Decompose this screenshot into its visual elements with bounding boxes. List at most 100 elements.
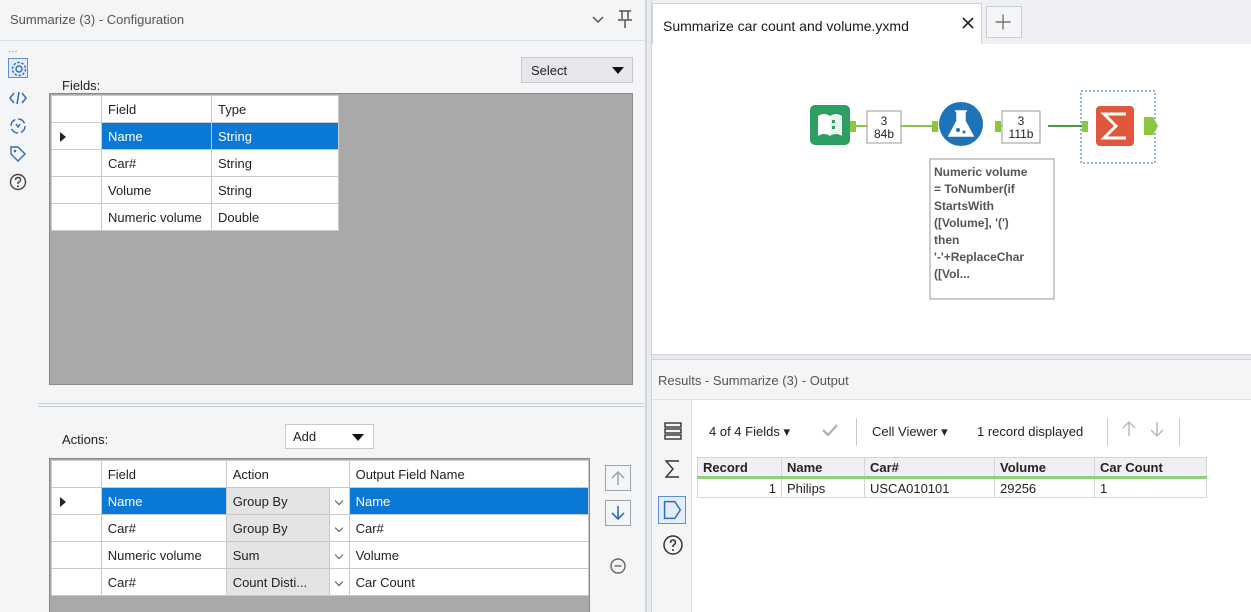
config-title: Summarize (3) - Configuration xyxy=(10,12,185,27)
actions-row[interactable]: Car# Count Disti... Car Count xyxy=(51,568,590,596)
remove-action-button[interactable] xyxy=(605,553,631,579)
check-icon[interactable] xyxy=(820,420,840,443)
output-anchor-icon[interactable] xyxy=(658,496,686,524)
action-select[interactable]: Count Disti... xyxy=(225,568,350,596)
help-icon[interactable] xyxy=(662,534,684,556)
cell-viewer-dropdown[interactable]: Cell Viewer ▾ xyxy=(872,424,948,440)
data-grid-icon[interactable] xyxy=(662,420,684,442)
chevron-down-icon[interactable] xyxy=(590,11,606,27)
code-icon[interactable] xyxy=(8,88,28,108)
workflow-tab[interactable]: Summarize car count and volume.yxmd xyxy=(652,3,982,44)
row-selector[interactable] xyxy=(51,514,102,542)
summarize-tool[interactable] xyxy=(1096,106,1134,146)
action-select[interactable]: Sum xyxy=(225,541,350,569)
move-up-button[interactable] xyxy=(605,465,631,491)
formula-tool[interactable] xyxy=(939,102,983,146)
chevron-down-icon[interactable] xyxy=(328,569,349,595)
row-selector[interactable] xyxy=(51,541,102,569)
connection-label: 3 111b xyxy=(1001,110,1041,144)
sidebar-grip[interactable]: … xyxy=(8,44,19,55)
column-header-output-field-name: Output Field Name xyxy=(348,460,590,488)
row-selector[interactable] xyxy=(51,568,102,596)
output-field-cell[interactable]: Name xyxy=(348,487,590,515)
chevron-down-icon[interactable] xyxy=(328,488,349,514)
field-name-cell[interactable]: Volume xyxy=(101,176,212,204)
actions-row[interactable]: Car# Group By Car# xyxy=(51,514,590,542)
field-name-cell[interactable]: Car# xyxy=(101,149,212,177)
toolbar-divider xyxy=(856,418,857,446)
panel-splitter[interactable] xyxy=(38,403,644,407)
field-type-cell[interactable]: String xyxy=(211,176,339,204)
tag-icon[interactable] xyxy=(8,144,28,164)
fields-table: Field Type Name String Car# String Volum… xyxy=(51,95,339,231)
select-dropdown[interactable]: Select xyxy=(521,57,633,83)
action-field-cell[interactable]: Car# xyxy=(100,568,227,596)
connection-record-count: 3 xyxy=(1018,114,1025,128)
row-selector[interactable] xyxy=(51,149,102,177)
car-number-cell[interactable]: USCA010101 xyxy=(864,477,995,498)
action-field-cell[interactable]: Numeric volume xyxy=(100,541,227,569)
add-dropdown[interactable]: Add xyxy=(285,424,374,449)
fields-row[interactable]: Volume String xyxy=(51,176,339,204)
close-icon[interactable] xyxy=(961,16,975,30)
column-header-volume[interactable]: Volume xyxy=(994,457,1095,479)
fields-row[interactable]: Numeric volume Double xyxy=(51,203,339,231)
workflow-canvas[interactable]: 3 84b 3 111b Numeric volume = ToNumber(i… xyxy=(652,44,1251,354)
actions-row[interactable]: Numeric volume Sum Volume xyxy=(51,541,590,569)
caret-down-icon xyxy=(612,67,624,74)
column-header-record[interactable]: Record xyxy=(697,457,782,479)
action-select[interactable]: Group By xyxy=(225,514,350,542)
column-header-name[interactable]: Name xyxy=(781,457,865,479)
fields-row[interactable]: Car# String xyxy=(51,149,339,177)
help-icon[interactable] xyxy=(8,172,28,192)
fields-row[interactable]: Name String xyxy=(51,122,339,150)
field-name-cell[interactable]: Name xyxy=(101,122,212,150)
results-panel: Results - Summarize (3) - Output 4 of 4 … xyxy=(652,360,1251,612)
output-anchor[interactable] xyxy=(1144,117,1158,135)
row-selector[interactable] xyxy=(51,176,102,204)
field-type-cell[interactable]: String xyxy=(211,149,339,177)
input-data-tool[interactable] xyxy=(810,105,850,145)
chevron-down-icon[interactable] xyxy=(328,515,349,541)
fields-count-dropdown[interactable]: 4 of 4 Fields ▾ xyxy=(709,424,790,440)
input-anchor[interactable] xyxy=(932,121,938,132)
output-anchor[interactable] xyxy=(995,121,1001,132)
action-field-cell[interactable]: Name xyxy=(100,487,227,515)
row-selector[interactable] xyxy=(51,122,102,150)
field-type-cell[interactable]: String xyxy=(211,122,339,150)
move-down-button[interactable] xyxy=(605,500,631,526)
actions-grid: Field Action Output Field Name Name Grou… xyxy=(49,458,590,612)
action-field-cell[interactable]: Car# xyxy=(100,514,227,542)
select-label: Select xyxy=(531,63,568,78)
column-header-car-number[interactable]: Car# xyxy=(864,457,995,479)
output-anchor[interactable] xyxy=(850,121,856,132)
field-name-cell[interactable]: Numeric volume xyxy=(101,203,212,231)
output-field-cell[interactable]: Volume xyxy=(348,541,590,569)
arrow-down-icon[interactable] xyxy=(1147,419,1167,442)
actions-row[interactable]: Name Group By Name xyxy=(51,487,590,515)
tool-help-icon[interactable] xyxy=(8,116,28,136)
summarize-icon[interactable] xyxy=(662,458,684,480)
fields-count: 4 of 4 Fields xyxy=(709,424,780,439)
new-tab-button[interactable] xyxy=(986,6,1022,38)
results-row[interactable]: 1 Philips USCA010101 29256 1 xyxy=(697,477,1207,498)
volume-cell[interactable]: 29256 xyxy=(994,477,1095,498)
pin-icon[interactable] xyxy=(616,9,634,29)
chevron-down-icon[interactable] xyxy=(328,542,349,568)
gear-icon[interactable] xyxy=(8,58,28,78)
column-header-action: Action xyxy=(225,460,350,488)
car-count-cell[interactable]: 1 xyxy=(1094,477,1207,498)
name-cell[interactable]: Philips xyxy=(781,477,865,498)
arrow-up-icon[interactable] xyxy=(1119,419,1139,442)
action-select[interactable]: Group By xyxy=(225,487,350,515)
action-value: Group By xyxy=(232,493,288,509)
output-field-cell[interactable]: Car# xyxy=(348,514,590,542)
field-type-cell[interactable]: Double xyxy=(211,203,339,231)
row-selector[interactable] xyxy=(51,203,102,231)
record-cell[interactable]: 1 xyxy=(697,477,782,498)
column-header-car-count[interactable]: Car Count xyxy=(1094,457,1207,479)
input-anchor[interactable] xyxy=(1082,121,1088,132)
output-field-cell[interactable]: Car Count xyxy=(348,568,590,596)
row-selector[interactable] xyxy=(51,487,102,515)
arrow-up-icon xyxy=(611,470,625,485)
